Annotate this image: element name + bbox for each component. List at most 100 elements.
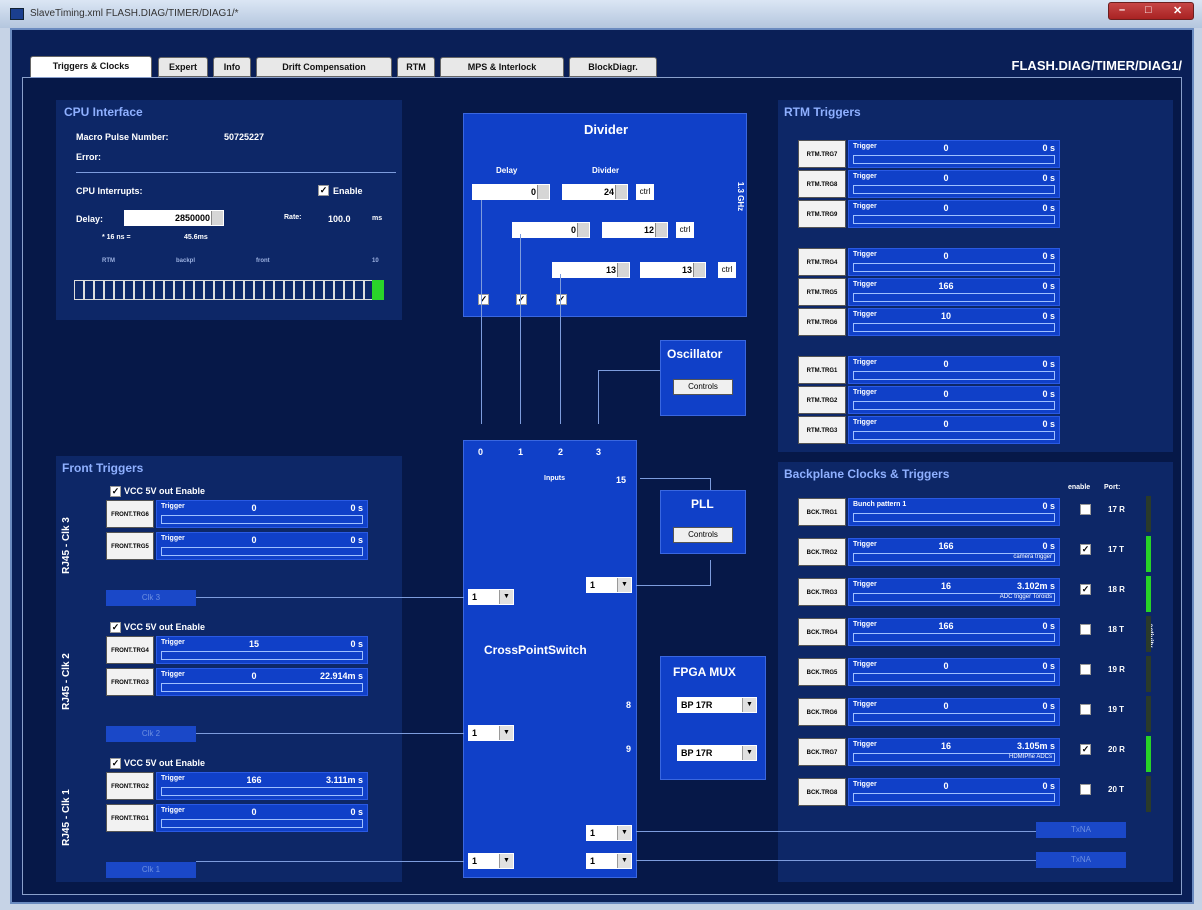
div2-delay-input[interactable]: 13 bbox=[552, 262, 630, 278]
div2-enable-checkbox[interactable]: ✓ bbox=[556, 294, 567, 305]
spinner-icon[interactable] bbox=[211, 211, 223, 225]
clk2-select[interactable]: 1 ▼ bbox=[468, 725, 514, 741]
rtm-trigger-button[interactable]: RTM.TRG6 bbox=[798, 308, 846, 336]
bck-trigger-button[interactable]: BCK.TRG5 bbox=[798, 658, 846, 686]
tx2-select[interactable]: 1 ▼ bbox=[586, 853, 632, 869]
rtm-trigger-row: RTM.TRG9 Trigger 0 0 s bbox=[798, 200, 1060, 228]
port-enable-checkbox[interactable]: ✓ bbox=[1080, 584, 1091, 595]
div0-enable-checkbox[interactable]: ✓ bbox=[478, 294, 489, 305]
trigger-label: Trigger bbox=[853, 143, 877, 150]
pll-source-select[interactable]: 1 ▼ bbox=[586, 577, 632, 593]
div1-enable-checkbox[interactable]: ✓ bbox=[516, 294, 527, 305]
rtm-trigger-button[interactable]: RTM.TRG3 bbox=[798, 416, 846, 444]
front-trigger-button[interactable]: FRONT.TRG2 bbox=[106, 772, 154, 800]
port-enable-checkbox[interactable] bbox=[1080, 784, 1091, 795]
close-icon[interactable]: ✕ bbox=[1173, 4, 1182, 17]
activity-led bbox=[1146, 656, 1151, 692]
div0-delay-input[interactable]: 0 bbox=[472, 184, 550, 200]
crosspoint-switch-panel: 0 1 2 3 Inputs 15 CrossPointSwitch 1 ▼ 1 ▼… bbox=[463, 440, 637, 878]
port-enable-checkbox[interactable]: ✓ bbox=[1080, 544, 1091, 555]
minimize-icon[interactable]: – bbox=[1119, 4, 1125, 16]
trigger-time: 0 s bbox=[1042, 701, 1055, 711]
tab-drift-compensation[interactable]: Drift Compensation bbox=[256, 57, 392, 77]
rtm-trigger-button[interactable]: RTM.TRG9 bbox=[798, 200, 846, 228]
enable-checkbox[interactable]: ✓ bbox=[318, 185, 329, 196]
front-trigger-button[interactable]: FRONT.TRG3 bbox=[106, 668, 154, 696]
rtm-trigger-button[interactable]: RTM.TRG5 bbox=[798, 278, 846, 306]
tab-expert[interactable]: Expert bbox=[158, 57, 208, 77]
front-trigger-button[interactable]: FRONT.TRG5 bbox=[106, 532, 154, 560]
bck-trigger-button[interactable]: BCK.TRG4 bbox=[798, 618, 846, 646]
trigger-description bbox=[853, 215, 1055, 224]
div2-divider-input[interactable]: 13 bbox=[640, 262, 706, 278]
bck-trigger-row: BCK.TRG4 Trigger 166 0 s bbox=[798, 618, 1060, 646]
fpga-mux-select-2[interactable]: BP 17R ▼ bbox=[677, 745, 757, 761]
tx1-select[interactable]: 1 ▼ bbox=[586, 825, 632, 841]
port-enable-checkbox[interactable] bbox=[1080, 664, 1091, 675]
wire bbox=[598, 370, 660, 371]
front-trigger-button[interactable]: FRONT.TRG6 bbox=[106, 500, 154, 528]
rtm-trigger-row: RTM.TRG1 Trigger 0 0 s bbox=[798, 356, 1060, 384]
trigger-value: 0 bbox=[943, 251, 949, 261]
tab-mps-interlock[interactable]: MPS & Interlock bbox=[440, 57, 564, 77]
trigger-time: 0 s bbox=[1042, 621, 1055, 631]
port-enable-checkbox[interactable]: ✓ bbox=[1080, 744, 1091, 755]
fpga-mux-select-1[interactable]: BP 17R ▼ bbox=[677, 697, 757, 713]
trigger-time: 3.102m s bbox=[1016, 581, 1055, 591]
trigger-value: 0 bbox=[251, 535, 257, 545]
rtm-trigger-button[interactable]: RTM.TRG8 bbox=[798, 170, 846, 198]
clk1-select[interactable]: 1 ▼ bbox=[468, 853, 514, 869]
pll-controls-button[interactable]: Controls bbox=[673, 527, 733, 543]
front-trigger-button[interactable]: FRONT.TRG1 bbox=[106, 804, 154, 832]
rtm-trigger-button[interactable]: RTM.TRG1 bbox=[798, 356, 846, 384]
trigger-label: Bunch pattern 1 bbox=[853, 501, 907, 508]
rj45-label: RJ45 - Clk 2 bbox=[60, 653, 72, 710]
rtm-trigger-button[interactable]: RTM.TRG7 bbox=[798, 140, 846, 168]
port-enable-checkbox[interactable] bbox=[1080, 704, 1091, 715]
trigger-label: Trigger bbox=[853, 541, 877, 548]
vcc-enable-checkbox[interactable]: ✓ bbox=[110, 758, 121, 769]
trigger-description bbox=[853, 263, 1055, 272]
bck-trigger-button[interactable]: BCK.TRG6 bbox=[798, 698, 846, 726]
vcc-enable-checkbox[interactable]: ✓ bbox=[110, 622, 121, 633]
maximize-icon[interactable]: □ bbox=[1145, 4, 1152, 16]
bck-trigger-button[interactable]: BCK.TRG1 bbox=[798, 498, 846, 526]
tab-blockdiagr[interactable]: BlockDiagr. bbox=[569, 57, 657, 77]
clk-output: Clk 1 bbox=[106, 862, 196, 878]
trigger-value: 166 bbox=[938, 621, 954, 631]
rtm-trigger-button[interactable]: RTM.TRG2 bbox=[798, 386, 846, 414]
port-enable-checkbox[interactable] bbox=[1080, 504, 1091, 515]
wire bbox=[636, 831, 1036, 832]
bck-trigger-button[interactable]: BCK.TRG3 bbox=[798, 578, 846, 606]
tab-triggers-clocks[interactable]: Triggers & Clocks bbox=[30, 56, 152, 78]
div1-divider-input[interactable]: 12 bbox=[602, 222, 668, 238]
wire bbox=[636, 585, 710, 586]
vcc-enable-checkbox[interactable]: ✓ bbox=[110, 486, 121, 497]
delay-input[interactable]: 2850000 bbox=[124, 210, 224, 226]
oscillator-controls-button[interactable]: Controls bbox=[673, 379, 733, 395]
trigger-description bbox=[853, 401, 1055, 410]
div0-divider-input[interactable]: 24 bbox=[562, 184, 628, 200]
tab-rtm[interactable]: RTM bbox=[397, 57, 435, 77]
interrupts-label: CPU Interrupts: bbox=[76, 186, 143, 196]
front-trigger-bar: Trigger 15 0 s bbox=[156, 636, 368, 664]
port-enable-checkbox[interactable] bbox=[1080, 624, 1091, 635]
clk3-select[interactable]: 1 ▼ bbox=[468, 589, 514, 605]
div2-ctrl[interactable]: ctrl bbox=[718, 262, 736, 278]
bck-trigger-button[interactable]: BCK.TRG7 bbox=[798, 738, 846, 766]
div1-delay-input[interactable]: 0 bbox=[512, 222, 590, 238]
div1-ctrl[interactable]: ctrl bbox=[676, 222, 694, 238]
bck-trigger-row: BCK.TRG6 Trigger 0 0 s bbox=[798, 698, 1060, 726]
front-trigger-row: FRONT.TRG3 Trigger 0 22.914m s bbox=[106, 668, 368, 696]
div0-ctrl[interactable]: ctrl bbox=[636, 184, 654, 200]
bck-trigger-button[interactable]: BCK.TRG8 bbox=[798, 778, 846, 806]
wire bbox=[636, 860, 1036, 861]
rtm-trigger-button[interactable]: RTM.TRG4 bbox=[798, 248, 846, 276]
tab-info[interactable]: Info bbox=[213, 57, 251, 77]
window-controls[interactable]: – □ ✕ bbox=[1108, 2, 1194, 20]
bck-trigger-button[interactable]: BCK.TRG2 bbox=[798, 538, 846, 566]
wire bbox=[560, 274, 561, 424]
port-label: 18 R bbox=[1108, 585, 1125, 594]
front-trigger-button[interactable]: FRONT.TRG4 bbox=[106, 636, 154, 664]
clk-output: Clk 3 bbox=[106, 590, 196, 606]
